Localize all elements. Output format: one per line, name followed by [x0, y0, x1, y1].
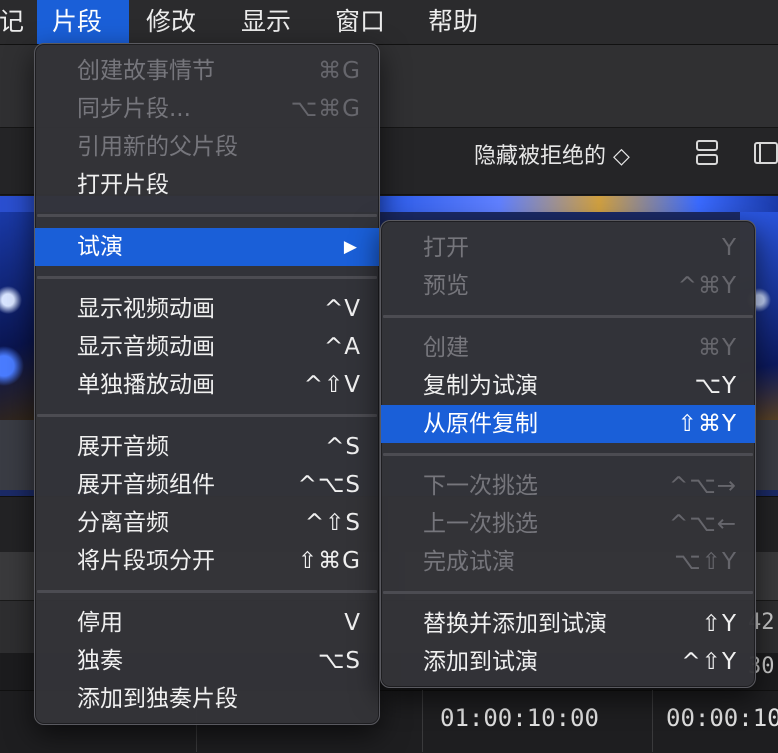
menu-item-shortcut: ⌥S — [317, 648, 361, 674]
menu-item-shortcut: ⇧⌘G — [297, 548, 361, 574]
menu-item-label: 替换并添加到试演 — [423, 611, 607, 637]
menu-item-audition[interactable]: 试演 ▶ — [35, 228, 379, 266]
menu-item-disable[interactable]: 停用 V — [35, 604, 379, 642]
timecode-value: 01:00:10:00 — [440, 704, 599, 732]
menu-item-open-clip[interactable]: 打开片段 — [35, 166, 379, 204]
menu-item-label: 单独播放动画 — [77, 372, 215, 398]
filmstrip-thumbnail — [380, 196, 778, 212]
menu-item-create-storyline: 创建故事情节 ⌘G — [35, 52, 379, 90]
menu-item-label: 创建故事情节 — [77, 58, 215, 84]
menu-item-label: 打开片段 — [77, 172, 169, 198]
menu-item-reference-new-parent: 引用新的父片段 — [35, 128, 379, 166]
menu-item-finalize-audition: 完成试演 ⌥⇧Y — [381, 543, 755, 581]
menu-item-label: 上一次挑选 — [423, 511, 538, 537]
menu-item-solo[interactable]: 独奏 ⌥S — [35, 642, 379, 680]
menu-item-shortcut: ⌥⌘G — [290, 96, 361, 122]
menu-item-break-apart-clip-items[interactable]: 将片段项分开 ⇧⌘G — [35, 542, 379, 580]
menu-item-previous-pick: 上一次挑选 ^⌥← — [381, 505, 755, 543]
menu-item-solo-animation[interactable]: 单独播放动画 ^⇧V — [35, 366, 379, 404]
menu-separator — [37, 590, 377, 593]
menu-item-shortcut: ^⇧V — [303, 372, 361, 398]
filter-popup[interactable]: 隐藏被拒绝的 ◇ — [474, 138, 630, 170]
menu-item-shortcut: ^⌘Y — [677, 273, 737, 299]
menu-item-shortcut: ⌥Y — [694, 373, 737, 399]
menu-item-shortcut: ^⌥← — [668, 511, 737, 537]
menu-item-shortcut: ^⇧Y — [681, 649, 737, 675]
menu-item-add-to-audition[interactable]: 添加到试演 ^⇧Y — [381, 643, 755, 681]
menu-item-show-audio-animation[interactable]: 显示音频动画 ^A — [35, 328, 379, 366]
clip-appearance-icon[interactable] — [694, 138, 720, 168]
menu-item-label: 将片段项分开 — [77, 548, 215, 574]
menu-item-show-video-animation[interactable]: 显示视频动画 ^V — [35, 290, 379, 328]
menubar-item-clip[interactable]: 片段 — [37, 0, 129, 44]
menu-item-label: 显示视频动画 — [77, 296, 215, 322]
menu-item-label: 创建 — [423, 335, 469, 361]
menu-item-label: 展开音频 — [77, 434, 169, 460]
menu-item-expand-audio[interactable]: 展开音频 ^S — [35, 428, 379, 466]
menu-separator — [37, 414, 377, 417]
menu-item-label: 引用新的父片段 — [77, 134, 238, 160]
menubar-item-partial[interactable]: 记 — [0, 0, 39, 44]
menu-item-label: 同步片段... — [77, 96, 191, 122]
menu-item-label: 预览 — [423, 273, 469, 299]
menu-item-shortcut: ⌘G — [318, 58, 361, 84]
menu-item-label: 添加到试演 — [423, 649, 538, 675]
menu-item-label: 独奏 — [77, 648, 123, 674]
clip-menu: 创建故事情节 ⌘G 同步片段... ⌥⌘G 引用新的父片段 打开片段 试演 ▶ … — [34, 43, 380, 725]
audition-submenu: 打开 Y 预览 ^⌘Y 创建 ⌘Y 复制为试演 ⌥Y 从原件复制 ⇧⌘Y 下一次… — [380, 220, 756, 688]
menu-item-duplicate-as-audition[interactable]: 复制为试演 ⌥Y — [381, 367, 755, 405]
menubar-item-modify[interactable]: 修改 — [131, 0, 211, 44]
menu-separator — [37, 214, 377, 217]
menu-item-detach-audio[interactable]: 分离音频 ^⇧S — [35, 504, 379, 542]
menu-item-label: 停用 — [77, 610, 123, 636]
menu-item-shortcut: ^⌥S — [297, 472, 361, 498]
menu-item-label: 展开音频组件 — [77, 472, 215, 498]
menu-separator — [383, 591, 753, 594]
menubar-item-help[interactable]: 帮助 — [413, 0, 493, 44]
menu-item-shortcut: V — [344, 610, 361, 636]
menu-item-add-to-soloed-clips[interactable]: 添加到独奏片段 — [35, 680, 379, 718]
menu-item-label: 试演 — [77, 234, 123, 260]
menu-item-shortcut: ^A — [323, 334, 361, 360]
menu-item-shortcut: ^V — [323, 296, 361, 322]
menu-item-shortcut: ^⇧S — [304, 510, 361, 536]
menu-item-label: 添加到独奏片段 — [77, 686, 238, 712]
menu-item-shortcut: ⌘Y — [697, 335, 737, 361]
filmstrip-icon[interactable] — [752, 138, 778, 168]
menu-item-expand-audio-components[interactable]: 展开音频组件 ^⌥S — [35, 466, 379, 504]
menu-item-label: 从原件复制 — [423, 411, 538, 437]
menu-item-shortcut: ^⌥→ — [668, 473, 737, 499]
menu-bar: 记 片段 修改 显示 窗口 帮助 — [0, 0, 778, 45]
menu-separator — [383, 315, 753, 318]
menu-item-audition-open: 打开 Y — [381, 229, 755, 267]
menu-separator — [383, 453, 753, 456]
menu-item-replace-and-add-to-audition[interactable]: 替换并添加到试演 ⇧Y — [381, 605, 755, 643]
menubar-item-view[interactable]: 显示 — [226, 0, 306, 44]
menu-item-shortcut: ⌥⇧Y — [674, 549, 737, 575]
menu-item-label: 打开 — [423, 235, 469, 261]
menu-item-shortcut: ⇧⌘Y — [677, 411, 737, 437]
menu-item-next-pick: 下一次挑选 ^⌥→ — [381, 467, 755, 505]
menu-item-shortcut: Y — [721, 235, 737, 261]
menu-item-label: 显示音频动画 — [77, 334, 215, 360]
menu-item-label: 完成试演 — [423, 549, 515, 575]
menubar-item-window[interactable]: 窗口 — [320, 0, 400, 44]
menu-item-duplicate-from-original[interactable]: 从原件复制 ⇧⌘Y — [381, 405, 755, 443]
menu-separator — [37, 276, 377, 279]
timecode-value: 00:00:10 — [666, 704, 778, 732]
submenu-arrow-icon: ▶ — [343, 237, 357, 257]
menu-item-shortcut: ⇧Y — [701, 611, 737, 637]
menu-item-audition-preview: 预览 ^⌘Y — [381, 267, 755, 305]
menu-item-shortcut: ^S — [325, 434, 361, 460]
menu-item-label: 复制为试演 — [423, 373, 538, 399]
menu-item-label: 分离音频 — [77, 510, 169, 536]
menu-item-audition-create: 创建 ⌘Y — [381, 329, 755, 367]
menu-item-label: 下一次挑选 — [423, 473, 538, 499]
menu-item-synchronize-clips: 同步片段... ⌥⌘G — [35, 90, 379, 128]
